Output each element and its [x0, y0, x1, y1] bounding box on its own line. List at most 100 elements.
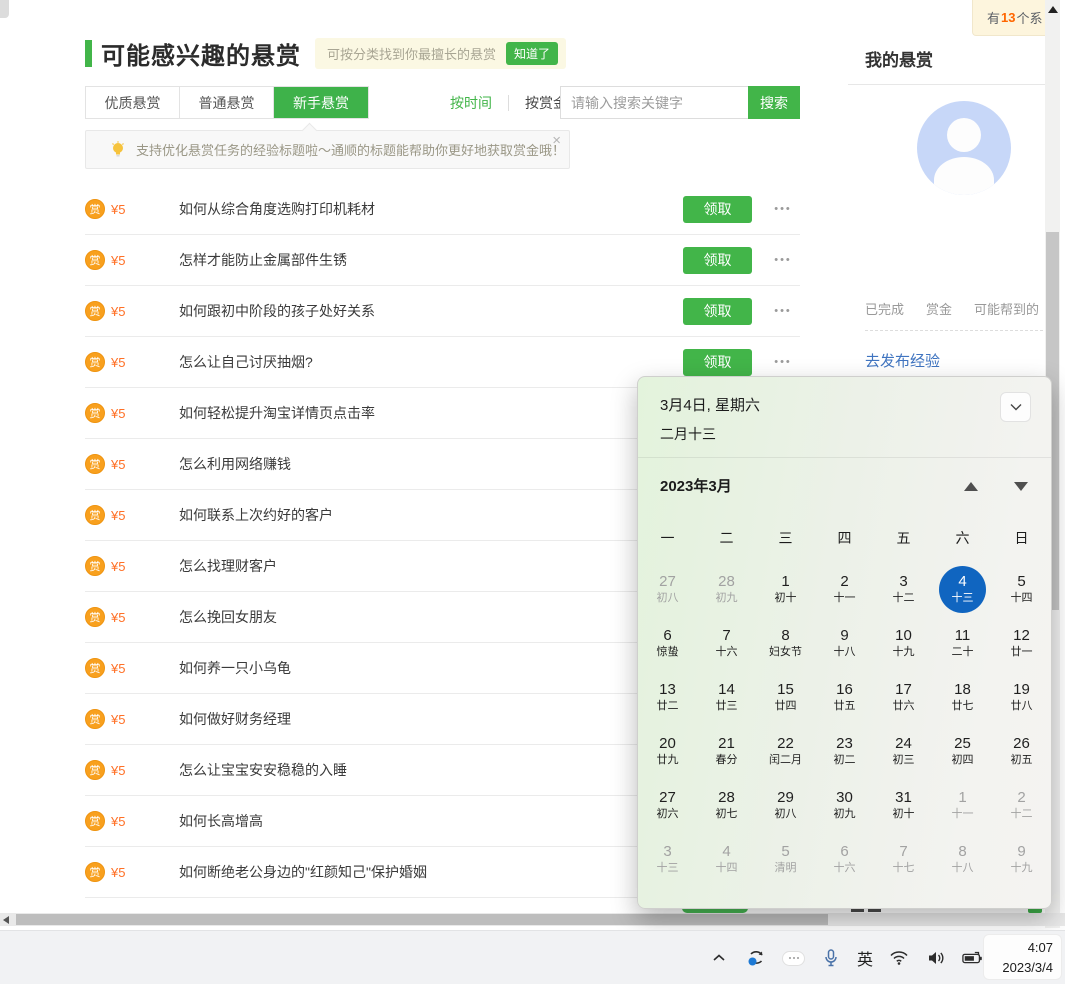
calendar-day[interactable]: 24初三 — [874, 724, 933, 778]
calendar-day[interactable]: 23初二 — [815, 724, 874, 778]
avatar[interactable] — [917, 101, 1011, 195]
calendar-day[interactable]: 11二十 — [933, 616, 992, 670]
calendar-day[interactable]: 2十一 — [815, 562, 874, 616]
search-input[interactable] — [560, 86, 748, 119]
avatar-body-shape — [934, 157, 994, 195]
scroll-up-arrow-icon[interactable] — [1048, 6, 1058, 13]
calendar-day[interactable]: 20廿九 — [638, 724, 697, 778]
more-options-icon[interactable]: ••• — [766, 356, 800, 368]
hidden-icons-chevron-icon[interactable] — [708, 947, 730, 969]
calendar-day[interactable]: 7十六 — [697, 616, 756, 670]
calendar-day[interactable]: 1初十 — [756, 562, 815, 616]
bounty-title[interactable]: 如何轻松提升淘宝详情页点击率 — [179, 403, 375, 423]
calendar-day[interactable]: 4十四 — [697, 832, 756, 886]
calendar-day[interactable]: 22闰二月 — [756, 724, 815, 778]
claim-button[interactable]: 领取 — [683, 196, 752, 223]
calendar-day[interactable]: 14廿三 — [697, 670, 756, 724]
bounty-title[interactable]: 如何长高增高 — [179, 811, 263, 831]
bounty-title[interactable]: 怎么挽回女朋友 — [179, 607, 277, 627]
day-lunar-label: 初九 — [834, 807, 856, 822]
claim-button[interactable]: 领取 — [683, 298, 752, 325]
calendar-prev-month-icon[interactable] — [964, 482, 978, 491]
calendar-day[interactable]: 26初五 — [992, 724, 1051, 778]
calendar-day[interactable]: 21春分 — [697, 724, 756, 778]
calendar-day[interactable]: 8妇女节 — [756, 616, 815, 670]
calendar-day[interactable]: 10十九 — [874, 616, 933, 670]
bounty-title[interactable]: 如何联系上次约好的客户 — [179, 505, 333, 525]
bounty-title[interactable]: 怎么利用网络赚钱 — [179, 454, 291, 474]
tab-normal-bounty[interactable]: 普通悬赏 — [180, 87, 274, 118]
calendar-day[interactable]: 9十九 — [992, 832, 1051, 886]
weekday-label: 五 — [874, 528, 933, 548]
bounty-title[interactable]: 怎么让自己讨厌抽烟? — [179, 352, 313, 372]
calendar-day[interactable]: 2十二 — [992, 778, 1051, 832]
day-lunar-label: 十九 — [893, 645, 915, 660]
calendar-day[interactable]: 17廿六 — [874, 670, 933, 724]
speaker-icon[interactable] — [925, 947, 947, 969]
bounty-price: ¥5 — [111, 253, 141, 268]
calendar-day[interactable]: 28初九 — [697, 562, 756, 616]
calendar-day[interactable]: 31初十 — [874, 778, 933, 832]
more-options-icon[interactable]: ••• — [766, 254, 800, 266]
wifi-icon[interactable] — [888, 947, 910, 969]
sync-app-icon[interactable] — [745, 947, 767, 969]
calendar-day-selected[interactable]: 4十三 — [933, 562, 992, 616]
calendar-day[interactable]: 28初七 — [697, 778, 756, 832]
calendar-day[interactable]: 7十七 — [874, 832, 933, 886]
calendar-day[interactable]: 15廿四 — [756, 670, 815, 724]
more-options-icon[interactable]: ••• — [766, 305, 800, 317]
calendar-day[interactable]: 9十八 — [815, 616, 874, 670]
calendar-collapse-button[interactable] — [1000, 392, 1031, 422]
calendar-day[interactable]: 1十一 — [933, 778, 992, 832]
search-button[interactable]: 搜索 — [748, 86, 800, 119]
tab-quality-bounty[interactable]: 优质悬赏 — [86, 87, 180, 118]
bounty-title[interactable]: 如何从综合角度选购打印机耗材 — [179, 199, 375, 219]
claim-button[interactable]: 领取 — [683, 247, 752, 274]
more-options-icon[interactable]: ••• — [766, 203, 800, 215]
bounty-title[interactable]: 如何做好财务经理 — [179, 709, 291, 729]
notice-close-icon[interactable]: × — [552, 133, 561, 149]
microphone-icon[interactable] — [820, 947, 842, 969]
calendar-day[interactable]: 19廿八 — [992, 670, 1051, 724]
tray-pill-icon[interactable] — [782, 951, 805, 966]
calendar-day[interactable]: 18廿七 — [933, 670, 992, 724]
horizontal-scrollbar[interactable] — [0, 913, 1065, 926]
ime-language-indicator[interactable]: 英 — [857, 946, 873, 970]
got-it-button[interactable]: 知道了 — [506, 42, 558, 65]
system-message-notification[interactable]: 有13个系 — [972, 0, 1053, 36]
publish-experience-link[interactable]: 去发布经验 — [865, 350, 940, 371]
calendar-month-label[interactable]: 2023年3月 — [660, 475, 732, 496]
calendar-day[interactable]: 5清明 — [756, 832, 815, 886]
calendar-day[interactable]: 12廿一 — [992, 616, 1051, 670]
day-number: 13 — [659, 681, 676, 699]
claim-button[interactable]: 领取 — [683, 349, 752, 376]
bounty-title[interactable]: 怎么找理财客户 — [179, 556, 277, 576]
calendar-day[interactable]: 3十二 — [874, 562, 933, 616]
horizontal-scrollbar-thumb[interactable] — [16, 914, 828, 925]
bounty-title[interactable]: 如何断绝老公身边的"红颜知己"保护婚姻 — [179, 862, 427, 882]
bounty-title[interactable]: 如何养一只小乌龟 — [179, 658, 291, 678]
calendar-day[interactable]: 16廿五 — [815, 670, 874, 724]
bounty-title[interactable]: 怎样才能防止金属部件生锈 — [179, 250, 347, 270]
calendar-day[interactable]: 29初八 — [756, 778, 815, 832]
bounty-title[interactable]: 怎么让宝宝安安稳稳的入睡 — [179, 760, 347, 780]
sort-by-time-link[interactable]: 按时间 — [450, 93, 492, 113]
bounty-title[interactable]: 如何跟初中阶段的孩子处好关系 — [179, 301, 375, 321]
calendar-day[interactable]: 6惊蛰 — [638, 616, 697, 670]
battery-charging-icon[interactable] — [962, 947, 984, 969]
tab-newbie-bounty[interactable]: 新手悬赏 — [274, 87, 368, 118]
calendar-next-month-icon[interactable] — [1014, 482, 1028, 491]
calendar-day[interactable]: 8十八 — [933, 832, 992, 886]
calendar-day[interactable]: 3十三 — [638, 832, 697, 886]
calendar-day[interactable]: 25初四 — [933, 724, 992, 778]
calendar-day[interactable]: 5十四 — [992, 562, 1051, 616]
calendar-day[interactable]: 13廿二 — [638, 670, 697, 724]
calendar-day[interactable]: 30初九 — [815, 778, 874, 832]
calendar-day[interactable]: 27初八 — [638, 562, 697, 616]
taskbar-clock[interactable]: 4:07 2023/3/4 — [983, 934, 1062, 980]
calendar-day[interactable]: 6十六 — [815, 832, 874, 886]
sidebar-stats: 已完成赏金可能帮到的 — [865, 299, 1045, 318]
calendar-day[interactable]: 27初六 — [638, 778, 697, 832]
coin-icon: 赏 — [85, 658, 105, 678]
scroll-left-arrow-icon[interactable] — [3, 916, 9, 924]
